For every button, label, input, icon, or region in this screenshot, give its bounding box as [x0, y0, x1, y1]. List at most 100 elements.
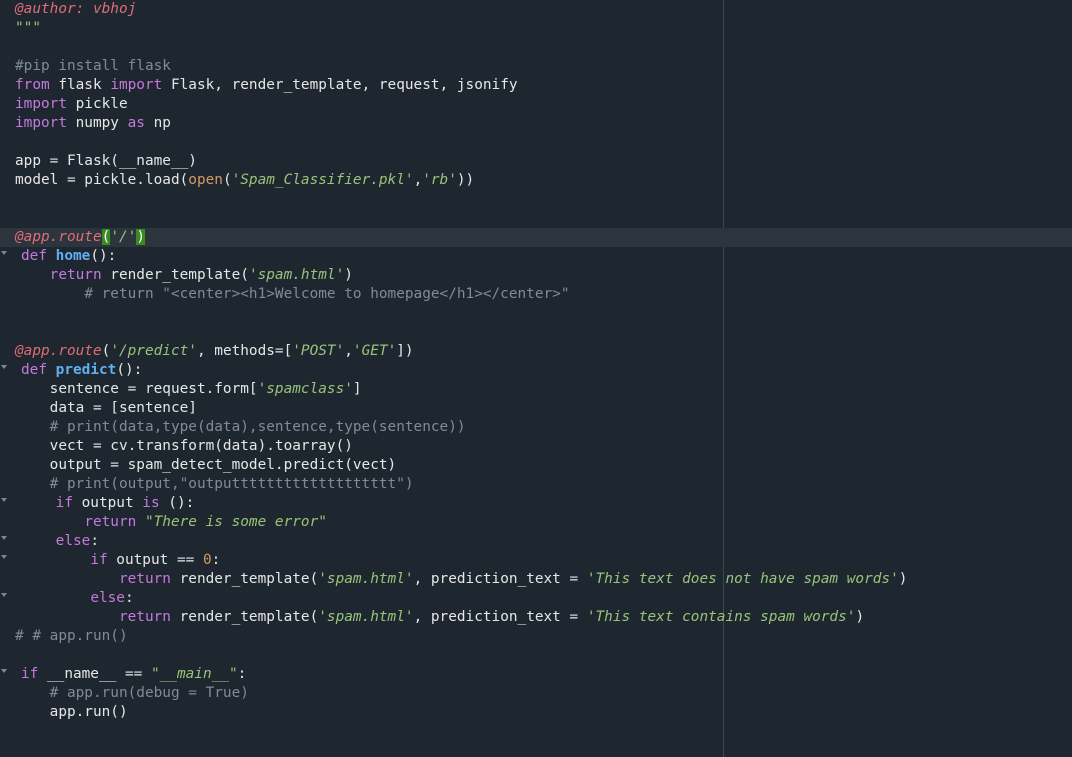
code-token: pickle: [66, 96, 128, 112]
code-token: , methods=[: [196, 343, 293, 359]
code-line[interactable]: @app.route('/'): [0, 228, 1072, 247]
code-token: 'GET': [352, 343, 397, 359]
code-line[interactable]: from flask import Flask, render_template…: [15, 76, 907, 95]
code-token: ): [855, 609, 865, 625]
fold-arrow-icon[interactable]: [1, 498, 7, 518]
code-token: return: [118, 571, 171, 587]
code-line[interactable]: return render_template('spam.html'): [15, 266, 907, 285]
code-line[interactable]: vect = cv.transform(data).toarray(): [15, 437, 907, 456]
code-line[interactable]: return "There is some error": [15, 513, 907, 532]
code-line[interactable]: else:: [1, 589, 907, 613]
code-token: @app.route: [15, 343, 102, 359]
fold-arrow-icon[interactable]: [1, 555, 7, 575]
code-line[interactable]: if output is ():: [1, 494, 907, 518]
code-token: else: [55, 533, 91, 549]
code-token: return: [84, 514, 137, 530]
code-token: 'rb': [422, 172, 457, 188]
code-line[interactable]: app.run(): [15, 703, 907, 722]
code-token: :: [90, 533, 99, 549]
code-token: @app.route: [15, 229, 102, 245]
fold-arrow-icon[interactable]: [1, 669, 7, 689]
code-line[interactable]: def home():: [1, 247, 907, 271]
code-token: 'spam.html': [318, 571, 414, 587]
code-line[interactable]: # return "<center><h1>Welcome to homepag…: [15, 285, 907, 304]
code-token: open: [188, 172, 223, 188]
code-token: output = spam_detect_model.predict(vect): [15, 457, 397, 473]
code-line[interactable]: def predict():: [1, 361, 907, 385]
code-area[interactable]: @author: vbhoj """ #pip install flask from…: [0, 0, 1072, 722]
code-token: else: [90, 590, 125, 606]
code-token: :: [211, 552, 221, 568]
code-line[interactable]: sentence = request.form['spamclass']: [15, 380, 907, 399]
code-token: (: [222, 172, 232, 188]
code-line[interactable]: return render_template('spam.html', pred…: [15, 570, 907, 589]
code-token: '/': [110, 229, 137, 245]
code-line[interactable]: app = Flask(__name__): [15, 152, 907, 171]
code-token: 'spamclass': [257, 381, 353, 397]
code-token: as: [127, 115, 145, 131]
code-token: 'spam.html': [248, 267, 345, 283]
code-line[interactable]: #pip install flask: [15, 57, 907, 76]
code-line[interactable]: if output == 0:: [1, 551, 907, 575]
code-token: Flask, render_template, request, jsonify: [162, 77, 518, 93]
code-token: #pip install flask: [15, 58, 171, 74]
code-token: app = Flask(__name__): [15, 153, 197, 169]
code-token: output ==: [107, 552, 203, 568]
code-line[interactable]: [15, 323, 907, 342]
code-line[interactable]: data = [sentence]: [15, 399, 907, 418]
code-token: numpy: [66, 115, 128, 131]
code-line[interactable]: [15, 646, 907, 665]
code-line[interactable]: output = spam_detect_model.predict(vect): [15, 456, 907, 475]
code-token: if: [21, 666, 39, 682]
code-token: render_template(: [170, 609, 319, 625]
code-line[interactable]: # print(data,type(data),sentence,type(se…: [15, 418, 907, 437]
code-token: __name__ ==: [38, 666, 151, 682]
code-token: home: [55, 248, 91, 264]
code-line[interactable]: # print(output,"outputtttttttttttttttttt…: [15, 475, 907, 494]
fold-arrow-icon[interactable]: [1, 365, 7, 385]
code-line[interactable]: model = pickle.load(open('Spam_Classifie…: [15, 171, 907, 190]
code-line[interactable]: import pickle: [15, 95, 907, 114]
code-token: if: [90, 552, 108, 568]
code-token: # print(output,"outputtttttttttttttttttt…: [49, 476, 414, 492]
code-line[interactable]: [15, 209, 907, 228]
code-editor[interactable]: @author: vbhoj """ #pip install flask from…: [0, 0, 1072, 757]
code-line[interactable]: [15, 190, 907, 209]
code-token: vect = cv.transform(data).toarray(): [15, 438, 353, 454]
code-token: :: [237, 666, 247, 682]
code-line[interactable]: [15, 38, 907, 57]
code-token: import: [110, 77, 163, 93]
fold-arrow-icon[interactable]: [1, 251, 7, 271]
code-line[interactable]: # # app.run(): [15, 627, 907, 646]
fold-arrow-icon[interactable]: [1, 593, 7, 613]
code-line[interactable]: import numpy as np: [15, 114, 907, 133]
code-token: ): [898, 571, 908, 587]
code-token: data = [sentence]: [15, 400, 197, 416]
code-token: # app.run(debug = True): [49, 685, 249, 701]
code-line[interactable]: """: [15, 19, 907, 38]
code-line[interactable]: return render_template('spam.html', pred…: [15, 608, 907, 627]
code-line[interactable]: if __name__ == "__main__":: [1, 665, 907, 689]
code-line[interactable]: @author: vbhoj: [15, 0, 907, 19]
code-line[interactable]: [15, 133, 907, 152]
code-token: np: [144, 115, 171, 131]
code-line[interactable]: # app.run(debug = True): [15, 684, 907, 703]
fold-arrow-icon[interactable]: [1, 536, 7, 556]
code-line[interactable]: else:: [1, 532, 907, 556]
code-line[interactable]: @app.route('/predict', methods=['POST','…: [15, 342, 907, 361]
code-token: flask: [49, 77, 111, 93]
code-token: ]): [396, 343, 414, 359]
code-token: )): [456, 172, 475, 188]
code-line[interactable]: [15, 304, 907, 323]
code-token: , prediction_text =: [413, 609, 587, 625]
code-token: render_template(: [101, 267, 249, 283]
